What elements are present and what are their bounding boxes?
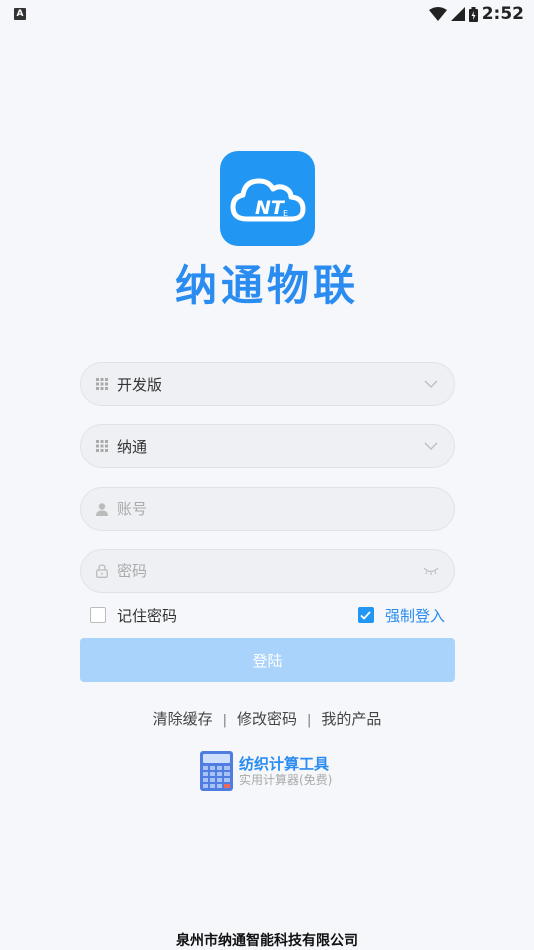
signal-icon xyxy=(450,7,465,21)
grid-icon xyxy=(95,377,109,391)
check-icon xyxy=(360,610,372,620)
my-products-link[interactable]: 我的产品 xyxy=(321,710,381,728)
promo-subtitle: 实用计算器(免费) xyxy=(239,772,333,787)
status-bar: A 2:52 xyxy=(0,0,534,28)
battery-icon xyxy=(468,6,478,22)
force-login-label: 强制登入 xyxy=(384,606,445,625)
app-logo: NT E xyxy=(220,151,315,246)
edition-select[interactable]: 开发版 xyxy=(80,362,455,406)
change-password-link[interactable]: 修改密码 xyxy=(237,710,297,728)
grid-icon xyxy=(95,439,109,453)
calculator-icon xyxy=(200,751,233,791)
account-input[interactable] xyxy=(117,500,440,518)
link-separator: | xyxy=(307,713,312,728)
clear-cache-link[interactable]: 清除缓存 xyxy=(153,710,213,728)
link-separator: | xyxy=(222,713,227,728)
login-options: 记住密码 强制登入 xyxy=(90,604,445,626)
password-field xyxy=(80,549,455,593)
status-time: 2:52 xyxy=(481,4,524,24)
login-button[interactable]: 登陆 xyxy=(80,638,455,682)
cloud-logo-icon: NT E xyxy=(230,178,305,221)
user-icon xyxy=(95,502,109,516)
notification-icon: A xyxy=(14,8,26,20)
chevron-down-icon xyxy=(422,377,440,391)
eye-closed-icon[interactable] xyxy=(422,564,440,578)
edition-select-value: 开发版 xyxy=(117,375,163,394)
promo-text: 纺织计算工具 实用计算器(免费) xyxy=(239,754,333,787)
password-input[interactable] xyxy=(117,562,422,580)
force-login-checkbox[interactable] xyxy=(357,607,374,623)
promo-title: 纺织计算工具 xyxy=(239,754,330,773)
remember-password-checkbox[interactable] xyxy=(90,607,106,623)
app-title: 纳通物联 xyxy=(174,261,359,310)
remember-password-label: 记住密码 xyxy=(117,606,178,625)
account-field xyxy=(80,487,455,531)
force-login-option[interactable]: 强制登入 xyxy=(357,605,445,626)
textile-calculator-promo[interactable]: 纺织计算工具 实用计算器(免费) xyxy=(200,750,332,792)
svg-text:E: E xyxy=(283,209,288,218)
chevron-down-icon xyxy=(422,439,440,453)
company-footer: 泉州市纳通智能科技有限公司 xyxy=(176,933,358,949)
svg-text:NT: NT xyxy=(255,197,286,219)
lock-icon xyxy=(95,564,109,578)
bottom-links: 清除缓存 | 修改密码 | 我的产品 xyxy=(0,708,534,729)
company-select[interactable]: 纳通 xyxy=(80,424,455,468)
company-select-value: 纳通 xyxy=(117,437,148,456)
wifi-icon xyxy=(428,7,447,21)
remember-password-option[interactable]: 记住密码 xyxy=(90,605,177,626)
